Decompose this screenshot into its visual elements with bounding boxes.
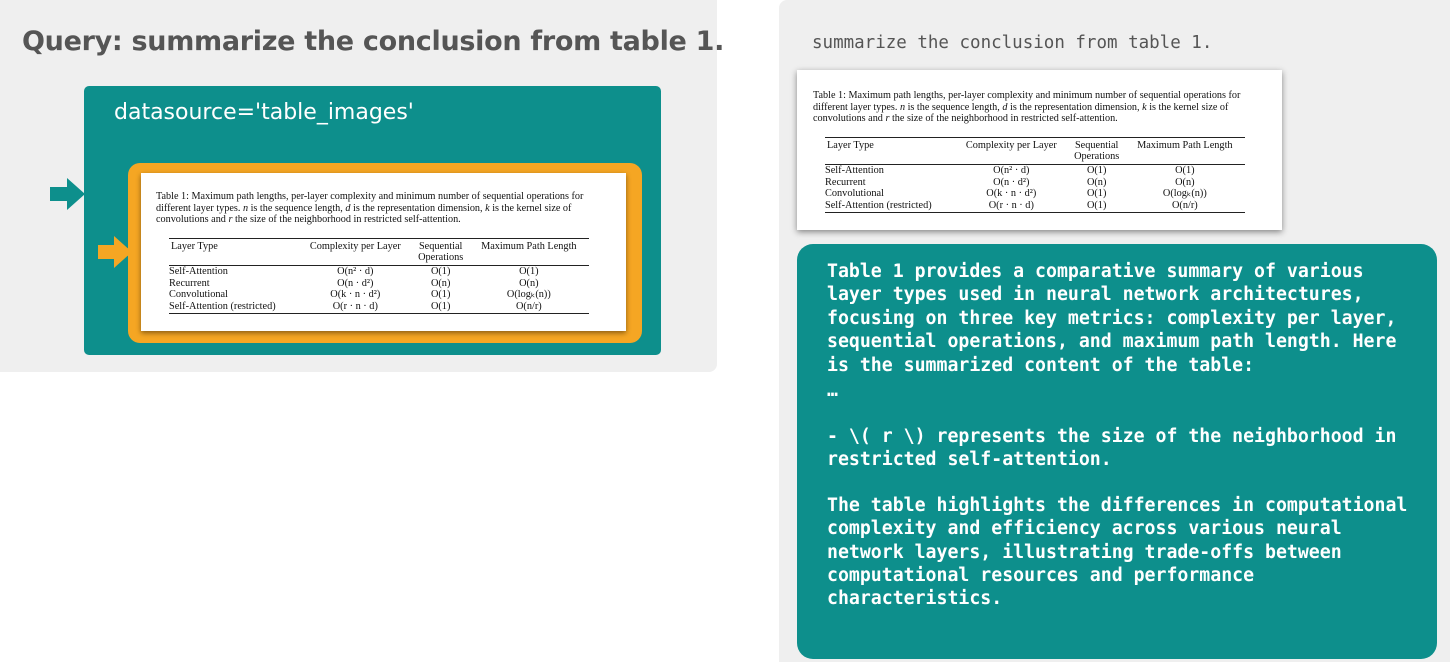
right-arrow-icon [98,236,132,268]
table-cell: O(n · d²) [993,176,1030,188]
complexity-table: Layer Type Complexity per Layer Sequenti… [825,137,1245,214]
table-cell: O(1) [1086,188,1107,200]
table-cell: O(k · n · d²) [330,289,381,301]
table-row: Convolutional O(k · n · d²) O(1) O(logₖ(… [169,289,589,301]
answer-paragraph: The table highlights the differences in … [827,494,1419,610]
table-image-card: Table 1: Maximum path lengths, per-layer… [797,70,1282,230]
table-cell: O(1) [430,289,451,301]
table-cell: O(1) [1086,164,1107,176]
right-arrow-icon [50,178,85,210]
table-cell: O(logₖ(n)) [506,289,551,301]
table-cell: O(1) [1068,200,1125,214]
table-cell: O(1) [412,301,469,315]
table-caption: Table 1: Maximum path lengths, per-layer… [813,90,1241,125]
table-header: Sequential Operations [1068,137,1125,165]
table-header: Maximum Path Length [468,238,589,266]
table-header: Sequential Operations [412,238,469,266]
table-cell: Convolutional [169,289,228,301]
answer-ellipsis: … [827,380,838,402]
table-cell: Self-Attention (restricted) [169,301,298,315]
table-row: Recurrent O(n · d²) O(n) O(n) [169,278,589,290]
right-panel: summarize the conclusion from table 1. T… [779,0,1450,662]
table-cell: O(n² · d) [337,265,374,277]
complexity-table: Layer Type Complexity per Layer Sequenti… [169,238,589,315]
answer-box: Table 1 provides a comparative summary o… [797,244,1437,659]
table-cell: O(logₖ(n)) [1162,188,1207,200]
table-cell: O(n) [519,277,539,289]
table-row: Self-Attention O(n² · d) O(1) O(1) [169,265,589,277]
table-cell: Recurrent [169,277,210,289]
table-header: Complexity per Layer [953,137,1069,165]
table-cell: O(n) [1175,176,1195,188]
table-cell: O(r · n · d) [953,200,1069,214]
table-header: Layer Type [169,238,298,266]
table-cell: O(k · n · d²) [986,188,1037,200]
table-cell: Self-Attention [169,265,228,277]
table-cell: O(n² · d) [993,164,1030,176]
query-title: Query: summarize the conclusion from tab… [22,26,725,57]
table-cell: O(n) [1086,176,1107,188]
datasource-label: datasource='table_images' [114,100,414,125]
table-row: Self-Attention O(n² · d) O(1) O(1) [825,164,1245,176]
table-cell: O(n · d²) [337,277,374,289]
table-header: Layer Type [825,137,954,165]
table-header: Maximum Path Length [1124,137,1245,165]
table-row: Convolutional O(k · n · d²) O(1) O(logₖ(… [825,188,1245,200]
query-text: summarize the conclusion from table 1. [812,33,1213,53]
table-row: Self-Attention (restricted) O(r · n · d)… [825,200,1245,214]
table-cell: Convolutional [825,188,884,200]
table-cell: O(1) [430,265,451,277]
table-cell: O(n) [430,277,451,289]
table-cell: O(1) [519,265,539,277]
answer-paragraph: - \( r \) represents the size of the nei… [827,426,1408,471]
left-panel: Query: summarize the conclusion from tab… [0,0,724,372]
table-caption: Table 1: Maximum path lengths, per-layer… [156,191,584,226]
table-cell: O(n/r) [1124,200,1245,214]
table-cell: Self-Attention (restricted) [825,200,954,214]
table-image-card: Table 1: Maximum path lengths, per-layer… [141,173,626,331]
table-cell: O(r · n · d) [297,301,413,315]
table-cell: O(1) [1175,164,1195,176]
table-cell: Recurrent [825,176,866,188]
table-row: Recurrent O(n · d²) O(n) O(n) [825,177,1245,189]
table-row: Self-Attention (restricted) O(r · n · d)… [169,301,589,315]
table-cell: O(n/r) [468,301,589,315]
table-header: Complexity per Layer [297,238,413,266]
table-cell: Self-Attention [825,164,884,176]
answer-paragraph: Table 1 provides a comparative summary o… [827,261,1408,376]
